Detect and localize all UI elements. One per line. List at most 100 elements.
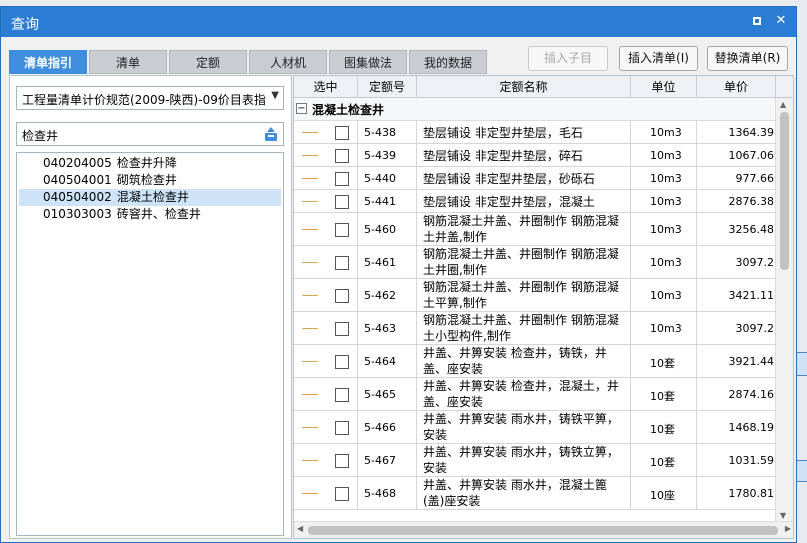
tab-atlas-method[interactable]: 图集做法 (329, 50, 407, 74)
table-row[interactable]: 5-463 钢筋混凝土井盖、井圈制作 钢筋混凝土小型构件,制作 10m3 3097.2 (294, 312, 776, 345)
maximize-icon (753, 17, 761, 25)
table-row[interactable]: 5-461 钢筋混凝土井盖、井圈制作 钢筋混凝土井圈,制作 10m3 3097.2 (294, 246, 776, 279)
scrollbar-thumb[interactable] (780, 112, 789, 270)
tree-item-label: 混凝土检查井 (116, 190, 189, 204)
scroll-up-icon[interactable]: ▲ (780, 100, 786, 109)
quota-unit: 10m3 (650, 322, 682, 335)
tab-my-data[interactable]: 我的数据 (409, 50, 487, 74)
col-header-code[interactable]: 定额号 (358, 76, 417, 98)
insert-child-button[interactable]: 插入子目 (528, 46, 608, 71)
scroll-left-icon[interactable]: ◀ (297, 524, 303, 533)
row-checkbox[interactable] (335, 454, 349, 468)
title-bar: 查询 ✕ (1, 7, 796, 37)
row-checkbox[interactable] (335, 172, 349, 186)
quota-price: 1364.39 (728, 126, 775, 139)
row-checkbox[interactable] (335, 388, 349, 402)
maximize-button[interactable] (748, 12, 766, 30)
vertical-scrollbar[interactable]: ▲ ▼ (775, 98, 793, 522)
row-checkbox[interactable] (335, 355, 349, 369)
tab-quota[interactable]: 定额 (169, 50, 247, 74)
tree-connector (302, 361, 318, 362)
quota-price: 3097.2 (735, 256, 775, 269)
table-row[interactable]: 5-464 井盖、井箅安装 检查井，铸铁，井盖、座安装 10套 3921.44 (294, 345, 776, 378)
query-dialog: 查询 ✕ 清单指引 清单 定额 人材机 图集做法 我的数据 插入子目 插入清单(… (0, 6, 797, 543)
scrollbar-thumb[interactable] (308, 526, 778, 535)
table-row[interactable]: 5-462 钢筋混凝土井盖、井圈制作 钢筋混凝土平箅,制作 10m3 3421.11 (294, 279, 776, 312)
horizontal-scrollbar[interactable]: ◀ ▶ (294, 521, 793, 538)
chevron-down-icon[interactable]: ▼ (271, 90, 279, 101)
row-checkbox[interactable] (335, 487, 349, 501)
row-checkbox[interactable] (335, 223, 349, 237)
tab-list-guide[interactable]: 清单指引 (9, 50, 87, 74)
tab-labor-material[interactable]: 人材机 (249, 50, 327, 74)
list-tree: 040204005 检查井升降 040504001 砌筑检查井 04050400… (16, 152, 284, 536)
scroll-right-icon[interactable]: ▶ (785, 524, 791, 533)
col-header-name[interactable]: 定额名称 (417, 76, 631, 98)
quota-unit: 10m3 (650, 126, 682, 139)
quota-code: 5-464 (364, 355, 396, 368)
table-row[interactable]: 5-465 井盖、井箅安装 检查井，混凝土，井盖、座安装 10套 2874.16 (294, 378, 776, 411)
scroll-down-icon[interactable]: ▼ (780, 511, 786, 520)
table-row[interactable]: 5-467 井盖、井箅安装 雨水井，铸铁立箅，安装 10套 1031.59 (294, 444, 776, 477)
filter-icon[interactable] (263, 126, 279, 142)
quota-name: 钢筋混凝土井盖、井圈制作 钢筋混凝土井盖,制作 (423, 214, 619, 244)
quota-price: 3921.44 (728, 355, 775, 368)
quota-name: 井盖、井箅安装 检查井，混凝土，井盖、座安装 (423, 379, 619, 409)
col-header-unit[interactable]: 单位 (631, 76, 697, 98)
quota-unit: 10套 (650, 390, 675, 403)
tree-item-040204005[interactable]: 040204005 检查井升降 (19, 155, 281, 172)
col-header-price[interactable]: 单价 (697, 76, 776, 98)
quota-price: 3256.48 (728, 223, 775, 236)
row-checkbox[interactable] (335, 322, 349, 336)
quota-code: 5-460 (364, 223, 396, 236)
search-input[interactable]: 检查井 (16, 122, 284, 146)
quota-name: 垫层铺设 非定型井垫层，碎石 (423, 149, 583, 163)
tree-item-010303003[interactable]: 010303003 砖窨井、检查井 (19, 206, 281, 223)
quota-name: 垫层铺设 非定型井垫层，毛石 (423, 126, 583, 140)
quota-unit: 10m3 (650, 256, 682, 269)
quota-name: 井盖、井箅安装 检查井，铸铁，井盖、座安装 (423, 346, 607, 376)
tree-connector (302, 328, 318, 329)
table-row[interactable]: 5-439 垫层铺设 非定型井垫层，碎石 10m3 1067.06 (294, 144, 776, 167)
table-row[interactable]: 5-468 井盖、井箅安装 雨水井，混凝土篦(盖)座安装 10座 1780.81 (294, 477, 776, 510)
table-row[interactable]: 5-460 钢筋混凝土井盖、井圈制作 钢筋混凝土井盖,制作 10m3 3256.48 (294, 213, 776, 246)
tree-connector (302, 229, 318, 230)
insert-list-button[interactable]: 插入清单(I) (619, 46, 698, 71)
quota-code: 5-439 (364, 149, 396, 162)
tree-item-040504002[interactable]: 040504002 混凝土检查井 (19, 189, 281, 206)
quota-unit: 10m3 (650, 149, 682, 162)
table-row[interactable]: 5-466 井盖、井箅安装 雨水井，铸铁平箅，安装 10套 1468.19 (294, 411, 776, 444)
tree-connector (302, 427, 318, 428)
spec-dropdown[interactable]: 工程量清单计价规范(2009-陕西)-09价目表指引 ▼ (16, 86, 284, 110)
quota-unit: 10m3 (650, 195, 682, 208)
tree-item-label: 检查井升降 (116, 156, 177, 170)
col-header-select[interactable]: 选中 (294, 76, 358, 98)
row-checkbox[interactable] (335, 421, 349, 435)
quota-table: 选中 定额号 定额名称 单位 单价 − 混凝土检查井 5-438 垫层铺设 非定型… (293, 75, 794, 539)
quota-code: 5-463 (364, 322, 396, 335)
quota-code: 5-466 (364, 421, 396, 434)
quota-price: 1031.59 (728, 454, 775, 467)
row-checkbox[interactable] (335, 256, 349, 270)
tab-list[interactable]: 清单 (89, 50, 167, 74)
row-checkbox[interactable] (335, 289, 349, 303)
group-row[interactable]: − 混凝土检查井 (294, 98, 776, 121)
tree-item-040504001[interactable]: 040504001 砌筑检查井 (19, 172, 281, 189)
tree-connector (302, 460, 318, 461)
table-row[interactable]: 5-440 垫层铺设 非定型井垫层，砂砾石 10m3 977.66 (294, 167, 776, 190)
close-button[interactable]: ✕ (772, 12, 790, 30)
quota-name: 井盖、井箅安装 雨水井，铸铁立箅，安装 (423, 445, 619, 475)
quota-code: 5-440 (364, 172, 396, 185)
row-checkbox[interactable] (335, 149, 349, 163)
quota-price: 977.66 (735, 172, 775, 185)
search-input-value: 检查井 (22, 129, 59, 143)
quota-unit: 10套 (650, 456, 675, 469)
replace-list-button[interactable]: 替换清单(R) (707, 46, 788, 71)
table-row[interactable]: 5-441 垫层铺设 非定型井垫层，混凝土 10m3 2876.38 (294, 190, 776, 213)
table-row[interactable]: 5-438 垫层铺设 非定型井垫层，毛石 10m3 1364.39 (294, 121, 776, 144)
quota-name: 井盖、井箅安装 雨水井，混凝土篦(盖)座安装 (423, 478, 607, 508)
row-checkbox[interactable] (335, 195, 349, 209)
row-checkbox[interactable] (335, 126, 349, 140)
quota-name: 垫层铺设 非定型井垫层，混凝土 (423, 195, 595, 209)
collapse-icon[interactable]: − (296, 103, 307, 114)
